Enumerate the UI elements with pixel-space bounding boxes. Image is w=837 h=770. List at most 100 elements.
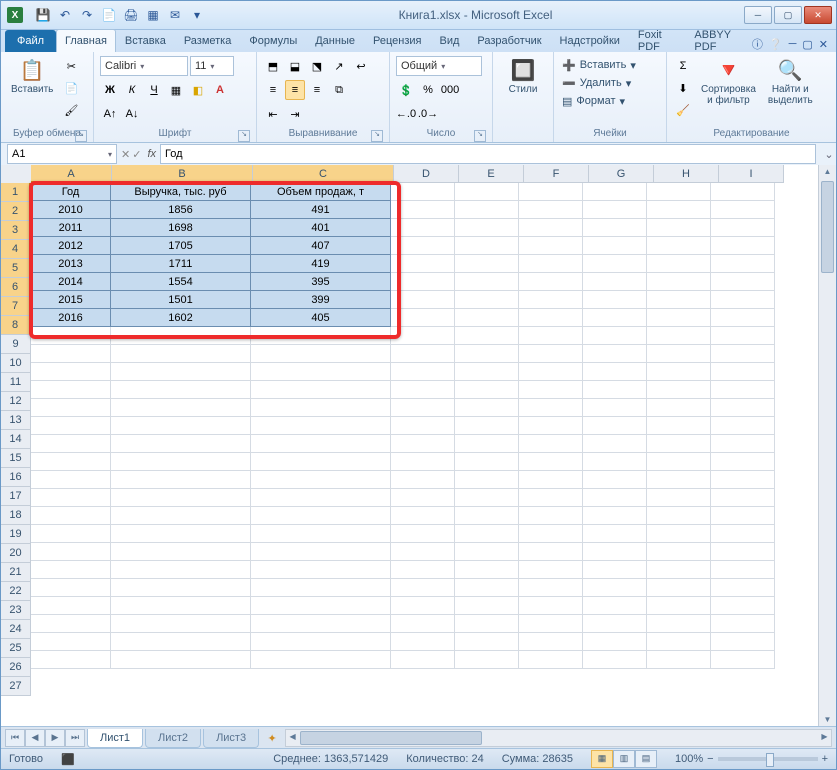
cell[interactable]	[31, 345, 111, 363]
row-header[interactable]: 6	[1, 278, 31, 297]
row-header[interactable]: 26	[1, 658, 31, 677]
cell[interactable]	[519, 219, 583, 237]
paste-button[interactable]: 📋 Вставить	[7, 56, 57, 97]
cell[interactable]	[251, 543, 391, 561]
tab-developer[interactable]: Разработчик	[468, 29, 550, 52]
qat-btn[interactable]: ▦	[143, 5, 163, 25]
row-header[interactable]: 23	[1, 601, 31, 620]
cell[interactable]	[711, 651, 775, 669]
qat-redo[interactable]: ↷	[77, 5, 97, 25]
cell[interactable]	[519, 507, 583, 525]
cell[interactable]	[455, 255, 519, 273]
copy-button[interactable]: 📄	[61, 78, 81, 98]
cell[interactable]	[31, 633, 111, 651]
row-header[interactable]: 1	[1, 183, 31, 202]
cell[interactable]	[111, 561, 251, 579]
cancel-formula[interactable]: ✕	[121, 148, 130, 161]
cell[interactable]	[711, 237, 775, 255]
cell[interactable]: Объем продаж, т	[251, 183, 391, 201]
comma-button[interactable]: 000	[440, 80, 460, 100]
cell[interactable]: 2012	[31, 237, 111, 255]
cell[interactable]	[251, 507, 391, 525]
cell[interactable]	[111, 327, 251, 345]
cell[interactable]	[455, 453, 519, 471]
tab-view[interactable]: Вид	[430, 29, 468, 52]
cell[interactable]	[251, 579, 391, 597]
cell[interactable]	[519, 183, 583, 201]
cell[interactable]	[647, 291, 711, 309]
cell[interactable]	[31, 453, 111, 471]
cell[interactable]	[455, 615, 519, 633]
cell[interactable]	[391, 399, 455, 417]
cell[interactable]: Выручка, тыс. руб	[111, 183, 251, 201]
name-box[interactable]: A1▾	[7, 144, 117, 164]
minimize-button[interactable]: ─	[744, 6, 772, 24]
macro-record-icon[interactable]: ⬛	[61, 753, 75, 766]
qat-btn[interactable]: 🖨	[121, 5, 141, 25]
file-tab[interactable]: Файл	[5, 30, 56, 52]
maximize-button[interactable]: ▢	[774, 6, 802, 24]
cell[interactable]	[455, 183, 519, 201]
cell[interactable]	[251, 435, 391, 453]
cell[interactable]	[31, 381, 111, 399]
page-break-view-button[interactable]: ▤	[635, 750, 657, 768]
cell[interactable]	[583, 219, 647, 237]
cell[interactable]	[391, 453, 455, 471]
sheet-nav-next[interactable]: ▶	[45, 729, 65, 747]
cell[interactable]	[31, 435, 111, 453]
cell[interactable]: 2015	[31, 291, 111, 309]
cell[interactable]	[583, 507, 647, 525]
cell[interactable]	[647, 579, 711, 597]
cell[interactable]	[519, 255, 583, 273]
scroll-thumb[interactable]	[821, 181, 834, 273]
cell[interactable]	[391, 381, 455, 399]
cell[interactable]	[31, 489, 111, 507]
cell[interactable]	[111, 489, 251, 507]
tab-abbyy[interactable]: ABBYY PDF	[685, 29, 751, 52]
cell[interactable]	[647, 255, 711, 273]
cell[interactable]	[391, 237, 455, 255]
cell[interactable]	[583, 435, 647, 453]
cell[interactable]	[647, 561, 711, 579]
cell[interactable]	[583, 633, 647, 651]
cell[interactable]	[455, 273, 519, 291]
scroll-left-icon[interactable]: ◀	[286, 730, 299, 746]
cell[interactable]	[519, 363, 583, 381]
cell[interactable]	[647, 543, 711, 561]
currency-button[interactable]: 💲	[396, 80, 416, 100]
cell[interactable]	[391, 561, 455, 579]
font-name-combo[interactable]: Calibri▾	[100, 56, 188, 76]
row-header[interactable]: 2	[1, 202, 31, 221]
cell[interactable]: 1856	[111, 201, 251, 219]
cell[interactable]: 419	[251, 255, 391, 273]
cell[interactable]	[583, 471, 647, 489]
align-right[interactable]: ≡	[307, 80, 327, 100]
cell[interactable]	[647, 471, 711, 489]
cell[interactable]: 407	[251, 237, 391, 255]
align-bottom[interactable]: ⬔	[307, 56, 327, 76]
cell[interactable]	[111, 615, 251, 633]
cell[interactable]	[251, 363, 391, 381]
cell[interactable]	[391, 309, 455, 327]
cell[interactable]	[583, 579, 647, 597]
find-select-button[interactable]: 🔍 Найти и выделить	[764, 56, 817, 108]
qat-more[interactable]: ▾	[187, 5, 207, 25]
cell[interactable]	[711, 579, 775, 597]
qat-btn[interactable]: ✉	[165, 5, 185, 25]
cell[interactable]	[711, 201, 775, 219]
cell[interactable]	[583, 561, 647, 579]
cell[interactable]	[647, 453, 711, 471]
cell[interactable]	[251, 381, 391, 399]
scroll-up-icon[interactable]: ▲	[819, 165, 836, 179]
border-button[interactable]: ▦	[166, 80, 186, 100]
cell[interactable]	[455, 291, 519, 309]
cell[interactable]	[519, 237, 583, 255]
cell[interactable]	[391, 183, 455, 201]
cell[interactable]	[647, 237, 711, 255]
cell[interactable]	[391, 327, 455, 345]
cell[interactable]	[455, 633, 519, 651]
fill-button[interactable]: ⬇	[673, 78, 693, 98]
cell[interactable]	[111, 543, 251, 561]
row-header[interactable]: 19	[1, 525, 31, 544]
cell[interactable]	[583, 183, 647, 201]
